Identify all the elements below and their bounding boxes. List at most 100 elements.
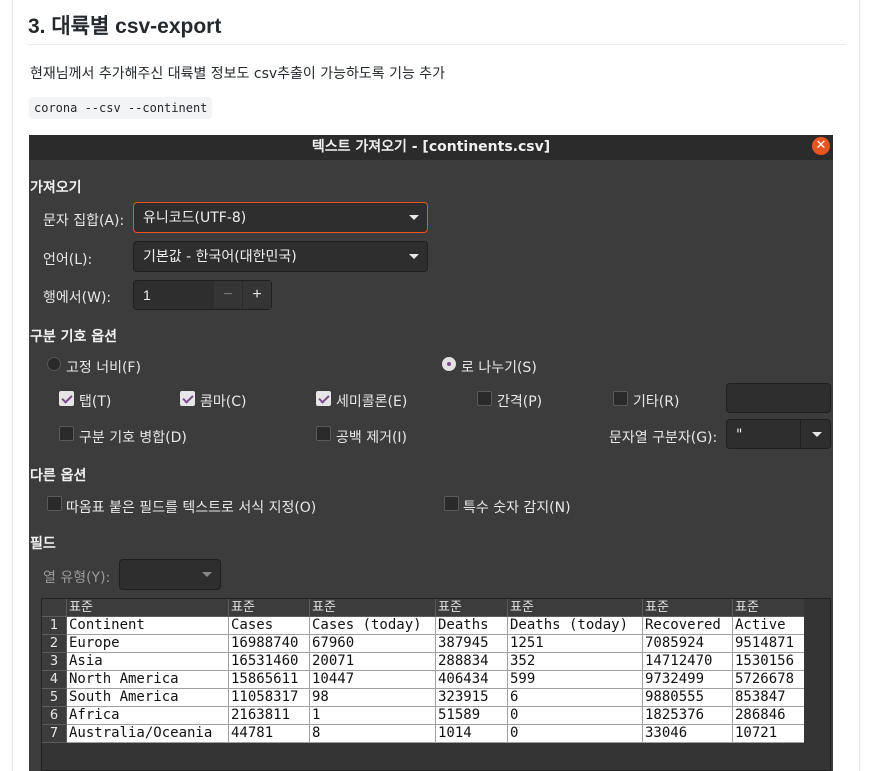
- table-cell[interactable]: Recovered: [642, 616, 733, 635]
- table-cell[interactable]: 16988740: [228, 634, 310, 653]
- table-cell[interactable]: 1: [309, 706, 436, 725]
- table-cell[interactable]: 16531460: [228, 652, 310, 671]
- table-cell[interactable]: 44781: [228, 724, 310, 743]
- table-cell[interactable]: 288834: [435, 652, 508, 671]
- space-checkbox[interactable]: [477, 391, 492, 406]
- column-header[interactable]: 표준: [228, 599, 310, 617]
- table-cell[interactable]: 33046: [642, 724, 733, 743]
- table-cell[interactable]: 599: [507, 670, 643, 689]
- table-cell[interactable]: 853847: [732, 688, 805, 707]
- table-cell[interactable]: 10721: [732, 724, 805, 743]
- table-cell[interactable]: 0: [507, 724, 643, 743]
- table-cell[interactable]: 15865611: [228, 670, 310, 689]
- string-delimiter-dropdown[interactable]: ": [726, 419, 831, 449]
- table-cell[interactable]: 20071: [309, 652, 436, 671]
- preview-grid[interactable]: 표준 표준 표준 표준 표준 표준 표준 1 Continent Cases Case…: [41, 598, 831, 771]
- row-number[interactable]: 2: [42, 634, 67, 653]
- column-header[interactable]: 표준: [309, 599, 436, 617]
- quoted-as-text-label: 따옴표 붙은 필드를 텍스트로 서식 지정(O): [66, 500, 317, 516]
- comma-checkbox[interactable]: [180, 391, 195, 406]
- row-number[interactable]: 7: [42, 724, 67, 743]
- table-cell[interactable]: 98: [309, 688, 436, 707]
- table-cell[interactable]: Active: [732, 616, 805, 635]
- language-dropdown[interactable]: 기본값 - 한국어(대한민국): [133, 241, 428, 272]
- description-paragraph: 현재님께서 추가해주신 대륙별 정보도 csv추출이 가능하도록 기능 추가: [30, 66, 446, 82]
- table-cell[interactable]: 8: [309, 724, 436, 743]
- column-header[interactable]: 표준: [66, 599, 229, 617]
- table-cell[interactable]: Cases (today): [309, 616, 436, 635]
- from-row-label: 행에서(W):: [43, 290, 112, 306]
- table-cell[interactable]: 2163811: [228, 706, 310, 725]
- table-cell[interactable]: Cases: [228, 616, 310, 635]
- table-cell[interactable]: 352: [507, 652, 643, 671]
- string-delimiter-label: 문자열 구분자(G):: [609, 430, 718, 446]
- table-cell[interactable]: 1251: [507, 634, 643, 653]
- semicolon-checkbox[interactable]: [316, 391, 331, 406]
- table-cell[interactable]: 1014: [435, 724, 508, 743]
- table-cell[interactable]: Australia/Oceania: [66, 724, 229, 743]
- from-row-stepper[interactable]: 1 − +: [133, 280, 272, 310]
- table-row: 2 Europe 16988740 67960 387945 1251 7085924 951…: [42, 634, 805, 653]
- column-type-label: 열 유형(Y):: [43, 570, 111, 586]
- decrement-button[interactable]: −: [214, 281, 242, 309]
- table-cell[interactable]: 7085924: [642, 634, 733, 653]
- table-cell[interactable]: 10447: [309, 670, 436, 689]
- table-cell[interactable]: 0: [507, 706, 643, 725]
- column-header[interactable]: 표준: [507, 599, 643, 617]
- table-cell[interactable]: 6: [507, 688, 643, 707]
- tab-checkbox[interactable]: [59, 391, 74, 406]
- table-cell[interactable]: 406434: [435, 670, 508, 689]
- fields-section-label: 필드: [30, 536, 56, 552]
- table-cell[interactable]: 51589: [435, 706, 508, 725]
- quoted-as-text-checkbox[interactable]: [47, 496, 62, 511]
- table-cell[interactable]: 14712470: [642, 652, 733, 671]
- table-cell[interactable]: 67960: [309, 634, 436, 653]
- detect-special-numbers-checkbox[interactable]: [444, 496, 459, 511]
- column-header[interactable]: 표준: [732, 599, 805, 617]
- table-cell[interactable]: 286846: [732, 706, 805, 725]
- trim-spaces-checkbox[interactable]: [316, 426, 331, 441]
- column-header[interactable]: 표준: [642, 599, 733, 617]
- column-type-header-row: 표준 표준 표준 표준 표준 표준 표준: [42, 599, 805, 617]
- other-separator-input[interactable]: [726, 383, 831, 413]
- row-number[interactable]: 3: [42, 652, 67, 671]
- language-label: 언어(L):: [43, 252, 93, 268]
- table-cell[interactable]: 9880555: [642, 688, 733, 707]
- table-cell[interactable]: Deaths (today): [507, 616, 643, 635]
- table-cell[interactable]: 387945: [435, 634, 508, 653]
- table-cell[interactable]: 1825376: [642, 706, 733, 725]
- other-checkbox[interactable]: [613, 391, 628, 406]
- charset-dropdown[interactable]: 유니코드(UTF-8): [133, 202, 428, 233]
- table-cell[interactable]: 323915: [435, 688, 508, 707]
- table-cell[interactable]: Africa: [66, 706, 229, 725]
- close-icon[interactable]: ✕: [812, 137, 830, 155]
- column-type-dropdown[interactable]: [119, 559, 221, 590]
- table-cell[interactable]: 1530156: [732, 652, 805, 671]
- table-cell[interactable]: South America: [66, 688, 229, 707]
- table-cell[interactable]: 9732499: [642, 670, 733, 689]
- merge-delimiters-checkbox[interactable]: [59, 426, 74, 441]
- fixed-width-radio[interactable]: [47, 357, 61, 371]
- table-cell[interactable]: Deaths: [435, 616, 508, 635]
- table-cell[interactable]: 5726678: [732, 670, 805, 689]
- separated-by-label: 로 나누기(S): [461, 360, 537, 376]
- row-number[interactable]: 4: [42, 670, 67, 689]
- increment-button[interactable]: +: [242, 281, 271, 309]
- separated-by-radio[interactable]: [442, 357, 456, 371]
- row-number[interactable]: 5: [42, 688, 67, 707]
- semicolon-label: 세미콜론(E): [336, 394, 408, 410]
- charset-label: 문자 집합(A):: [43, 213, 125, 229]
- other-options-label: 다른 옵션: [30, 468, 87, 484]
- row-number[interactable]: 6: [42, 706, 67, 725]
- column-header[interactable]: 표준: [435, 599, 508, 617]
- table-cell[interactable]: Continent: [66, 616, 229, 635]
- table-cell[interactable]: 11058317: [228, 688, 310, 707]
- table-cell[interactable]: 9514871: [732, 634, 805, 653]
- tab-label: 탭(T): [79, 394, 112, 410]
- grid-empty-area: [804, 599, 830, 770]
- string-delimiter-value: ": [736, 427, 743, 443]
- table-cell[interactable]: Asia: [66, 652, 229, 671]
- table-cell[interactable]: Europe: [66, 634, 229, 653]
- row-number[interactable]: 1: [42, 616, 67, 635]
- table-cell[interactable]: North America: [66, 670, 229, 689]
